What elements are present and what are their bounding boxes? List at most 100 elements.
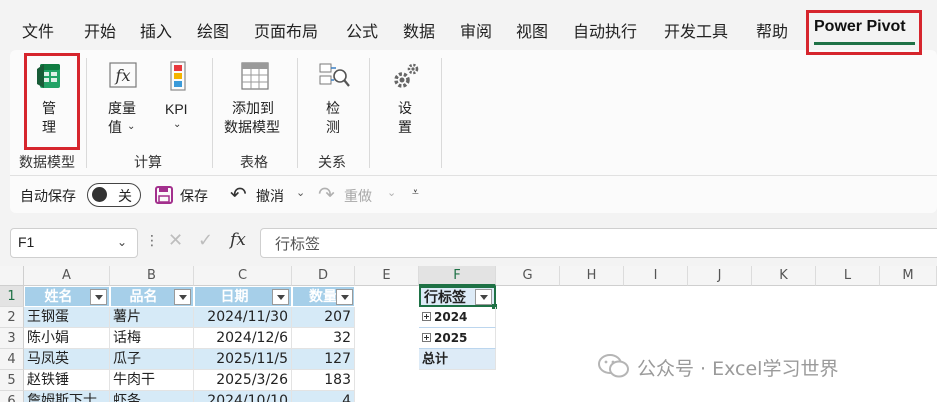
pivot-row-item[interactable]: 2025 bbox=[419, 328, 496, 349]
filter-dropdown-icon[interactable] bbox=[174, 289, 191, 305]
table-cell[interactable]: 32 bbox=[292, 328, 355, 349]
column-header-l[interactable]: L bbox=[816, 266, 880, 286]
table-cell[interactable]: 马凤英 bbox=[24, 349, 110, 370]
menu-file[interactable]: 文件 bbox=[22, 18, 54, 42]
save-button[interactable]: 保存 bbox=[154, 182, 214, 208]
filter-dropdown-icon[interactable] bbox=[90, 289, 107, 305]
table-cell[interactable]: 183 bbox=[292, 370, 355, 391]
menu-formulas[interactable]: 公式 bbox=[346, 18, 378, 42]
detect-label-2: 测 bbox=[326, 120, 340, 136]
table-cell[interactable]: 话梅 bbox=[110, 328, 194, 349]
table-cell[interactable]: 陈小娟 bbox=[24, 328, 110, 349]
add-to-data-model-button[interactable]: 添加到 数据模型 bbox=[222, 58, 288, 142]
pivot-total-row[interactable]: 总计 bbox=[419, 349, 496, 370]
kpi-label: KPI bbox=[165, 101, 188, 117]
column-header-m[interactable]: M bbox=[880, 266, 937, 286]
enter-check-icon[interactable]: ✓ bbox=[198, 230, 213, 251]
row-header-2[interactable]: 2 bbox=[0, 307, 24, 328]
table-cell[interactable]: 2025/11/5 bbox=[194, 349, 292, 370]
table-cell[interactable]: 瓜子 bbox=[110, 349, 194, 370]
menu-insert[interactable]: 插入 bbox=[140, 18, 172, 42]
column-header-g[interactable]: G bbox=[496, 266, 560, 286]
menu-home[interactable]: 开始 bbox=[84, 18, 116, 42]
table-cell[interactable]: 2025/3/26 bbox=[194, 370, 292, 391]
expand-icon[interactable] bbox=[422, 312, 431, 321]
ribbon-separator bbox=[212, 58, 213, 168]
column-header-k[interactable]: K bbox=[752, 266, 816, 286]
column-header-d[interactable]: D bbox=[292, 266, 355, 286]
column-header-a[interactable]: A bbox=[24, 266, 110, 286]
filter-dropdown-icon[interactable] bbox=[272, 289, 289, 305]
table-cell[interactable]: 4 bbox=[292, 391, 355, 402]
more-options-icon[interactable]: ⋮ bbox=[145, 233, 159, 249]
function-fx-icon: fx bbox=[109, 62, 137, 88]
insert-function-icon[interactable]: fx bbox=[230, 230, 246, 250]
table-cell[interactable]: 127 bbox=[292, 349, 355, 370]
tab-power-pivot[interactable]: Power Pivot bbox=[814, 18, 906, 36]
manage-button[interactable]: 管 理 bbox=[30, 58, 74, 146]
table-cell[interactable]: 2024/11/30 bbox=[194, 307, 292, 328]
select-all-corner[interactable] bbox=[0, 266, 24, 286]
menu-view[interactable]: 视图 bbox=[516, 18, 548, 42]
toggle-knob bbox=[92, 187, 107, 202]
menu-draw[interactable]: 绘图 bbox=[197, 18, 229, 42]
measures-button[interactable]: fx 度量 值 ⌄ bbox=[100, 58, 146, 142]
table-cell[interactable]: 薯片 bbox=[110, 307, 194, 328]
row-header-5[interactable]: 5 bbox=[0, 370, 24, 391]
cancel-icon[interactable]: ✕ bbox=[168, 230, 183, 251]
row-header-6[interactable]: 6 bbox=[0, 391, 24, 402]
table-cell[interactable]: 2024/12/6 bbox=[194, 328, 292, 349]
column-header-i[interactable]: I bbox=[624, 266, 688, 286]
row-header-3[interactable]: 3 bbox=[0, 328, 24, 349]
active-tab-indicator bbox=[814, 42, 915, 45]
measures-label-2: 值 bbox=[108, 120, 122, 136]
name-box[interactable]: F1 ⌄ bbox=[10, 228, 138, 258]
table-cell[interactable]: 2024/10/10 bbox=[194, 391, 292, 402]
undo-dropdown-icon[interactable]: ⌄ bbox=[296, 186, 305, 199]
table-cell[interactable]: 207 bbox=[292, 307, 355, 328]
formula-input[interactable]: 行标签 bbox=[260, 228, 937, 258]
settings-button[interactable]: 设 置 bbox=[384, 58, 428, 142]
chevron-down-icon[interactable]: ⌄ bbox=[117, 235, 127, 249]
autosave-toggle[interactable]: 关 bbox=[87, 183, 141, 207]
redo-button[interactable]: ↷ 重做 bbox=[318, 182, 380, 208]
column-header-h[interactable]: H bbox=[560, 266, 624, 286]
table-cell[interactable]: 虾条 bbox=[110, 391, 194, 402]
menu-automate[interactable]: 自动执行 bbox=[573, 18, 637, 42]
data-model-icon bbox=[37, 64, 60, 88]
table-cell[interactable]: 詹姆斯下士 bbox=[24, 391, 110, 402]
customize-toolbar-icon[interactable]: ⩡ bbox=[412, 185, 419, 200]
pivot-filter-dropdown-icon[interactable] bbox=[475, 289, 492, 305]
kpi-button[interactable]: KPI ⌄ bbox=[158, 58, 198, 142]
settings-label-2: 置 bbox=[398, 120, 412, 136]
watermark-text: 公众号 · Excel学习世界 bbox=[637, 358, 839, 380]
table-icon bbox=[241, 62, 269, 90]
undo-button[interactable]: ↶ 撤消 bbox=[230, 182, 292, 208]
column-header-j[interactable]: J bbox=[688, 266, 752, 286]
ribbon-separator bbox=[441, 58, 442, 168]
undo-label: 撤消 bbox=[256, 189, 284, 205]
column-header-c[interactable]: C bbox=[194, 266, 292, 286]
column-header-f[interactable]: F bbox=[419, 266, 496, 286]
menu-page-layout[interactable]: 页面布局 bbox=[254, 18, 318, 42]
column-header-b[interactable]: B bbox=[110, 266, 194, 286]
redo-dropdown-icon[interactable]: ⌄ bbox=[387, 186, 396, 199]
table-cell[interactable]: 赵铁锤 bbox=[24, 370, 110, 391]
expand-icon[interactable] bbox=[422, 333, 431, 342]
pivot-row-label: 2025 bbox=[434, 331, 468, 345]
row-header-4[interactable]: 4 bbox=[0, 349, 24, 370]
menu-developer[interactable]: 开发工具 bbox=[664, 18, 728, 42]
ribbon-separator bbox=[86, 58, 87, 168]
column-header-e[interactable]: E bbox=[355, 266, 419, 286]
menu-help[interactable]: 帮助 bbox=[756, 18, 788, 42]
row-header-1[interactable]: 1 bbox=[0, 286, 24, 307]
pivot-row-item[interactable]: 2024 bbox=[419, 307, 496, 328]
autosave-label: 自动保存 bbox=[20, 189, 76, 205]
detect-relationships-button[interactable]: 检 测 bbox=[312, 58, 356, 142]
menu-review[interactable]: 审阅 bbox=[460, 18, 492, 42]
table-cell[interactable]: 王钢蛋 bbox=[24, 307, 110, 328]
filter-dropdown-icon[interactable] bbox=[336, 289, 353, 305]
name-box-value: F1 bbox=[18, 234, 35, 250]
menu-data[interactable]: 数据 bbox=[403, 18, 435, 42]
table-cell[interactable]: 牛肉干 bbox=[110, 370, 194, 391]
